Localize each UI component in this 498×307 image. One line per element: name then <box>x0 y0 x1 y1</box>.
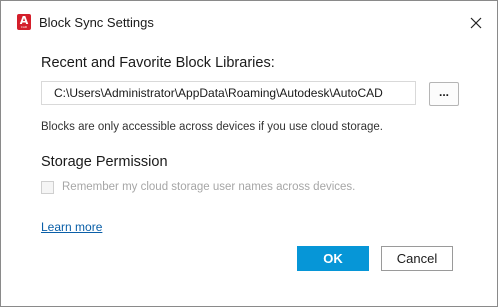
app-icon-sub: CAD <box>20 25 28 29</box>
browse-button[interactable]: ... <box>429 82 459 106</box>
close-button[interactable] <box>467 14 485 32</box>
title-bar: A CAD Block Sync Settings <box>1 1 497 45</box>
library-path-field[interactable]: C:\Users\Administrator\AppData\Roaming\A… <box>41 81 416 105</box>
learn-more-link[interactable]: Learn more <box>41 220 102 234</box>
autocad-app-icon: A CAD <box>17 14 31 30</box>
remember-usernames-label: Remember my cloud storage user names acr… <box>62 181 356 193</box>
window-title: Block Sync Settings <box>39 15 154 30</box>
libraries-heading: Recent and Favorite Block Libraries: <box>41 55 275 71</box>
storage-permission-heading: Storage Permission <box>41 154 168 170</box>
block-sync-settings-dialog: A CAD Block Sync Settings Recent and Fav… <box>0 0 498 307</box>
cancel-button[interactable]: Cancel <box>381 246 453 271</box>
close-icon <box>470 17 482 29</box>
cloud-storage-info-text: Blocks are only accessible across device… <box>41 121 383 133</box>
remember-usernames-checkbox[interactable] <box>41 181 54 194</box>
ok-button[interactable]: OK <box>297 246 369 271</box>
